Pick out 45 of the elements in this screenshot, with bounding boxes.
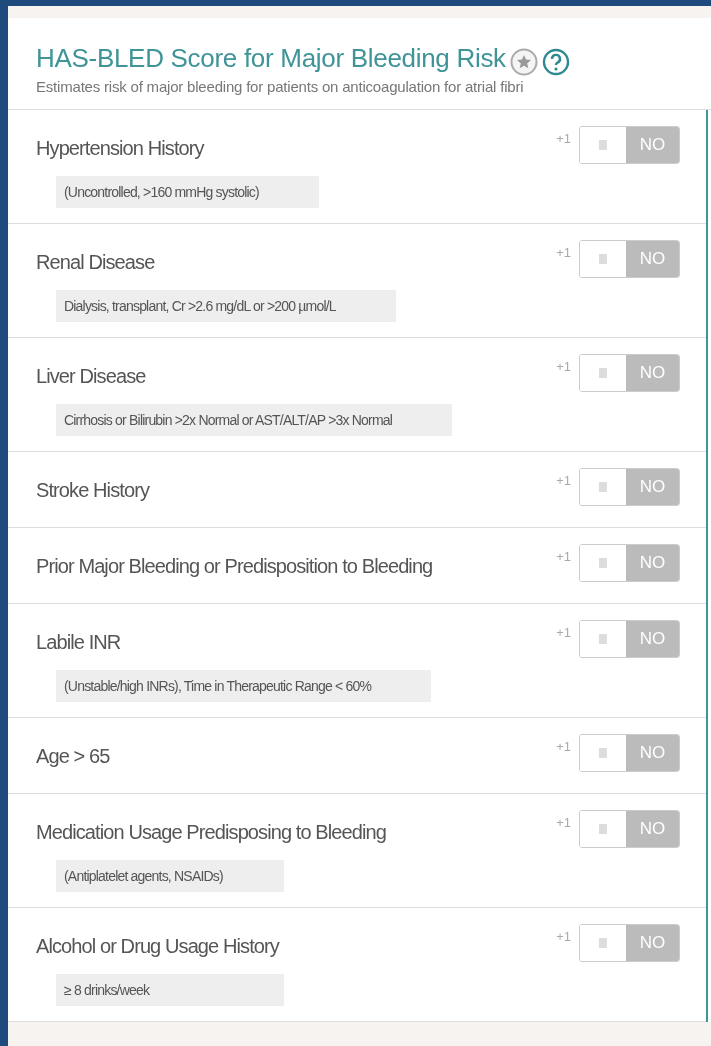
yes-no-toggle[interactable]: NO: [579, 544, 680, 582]
points-label: +1: [556, 245, 571, 260]
points-label: +1: [556, 815, 571, 830]
criterion-label: Labile INR: [36, 631, 121, 654]
calculator-title: HAS-BLED Score for Major Bleeding Risk: [36, 42, 506, 74]
grip-icon: [599, 824, 607, 834]
grip-icon: [599, 634, 607, 644]
criterion-note: (Unstable/high INRs), Time in Therapeutic Range < 60%: [56, 670, 432, 702]
grip-icon: [599, 368, 607, 378]
calculator-description: Estimates risk of major bleeding for patients on anticoagulation for atrial fibri: [36, 78, 525, 95]
criterion-note: ≥ 8 drinks/week: [56, 974, 284, 1006]
points-label: +1: [556, 549, 571, 564]
criterion-label: Medication Usage Predisposing to Bleeding: [36, 821, 386, 844]
yes-no-toggle[interactable]: NO: [579, 240, 680, 278]
points-label: +1: [556, 625, 571, 640]
yes-no-toggle[interactable]: NO: [579, 810, 680, 848]
points-label: +1: [556, 359, 571, 374]
criterion-label: Liver Disease: [36, 365, 146, 388]
yes-no-toggle[interactable]: NO: [579, 620, 680, 658]
points-label: +1: [556, 473, 571, 488]
yes-no-toggle[interactable]: NO: [579, 126, 680, 164]
grip-icon: [599, 254, 607, 264]
criterion-label: Prior Major Bleeding or Predisposition to Bleeding: [36, 555, 433, 578]
grip-icon: [599, 482, 607, 492]
points-label: +1: [556, 739, 571, 754]
grip-icon: [599, 558, 607, 568]
yes-no-toggle[interactable]: NO: [579, 468, 680, 506]
criterion-note: (Uncontrolled, >160 mmHg systolic): [56, 176, 319, 208]
yes-no-toggle[interactable]: NO: [579, 924, 680, 962]
criterion-note: Cirrhosis or Bilirubin >2x Normal or AST/ALT/AP >3x Normal: [56, 404, 453, 436]
criterion-label: Age > 65: [36, 745, 110, 768]
grip-icon: [599, 938, 607, 948]
points-label: +1: [556, 131, 571, 146]
grip-icon: [599, 748, 607, 758]
criterion-label: Renal Disease: [36, 251, 155, 274]
grip-icon: [599, 140, 607, 150]
points-label: +1: [556, 929, 571, 944]
criterion-note: (Antiplatelet agents, NSAIDs): [56, 860, 284, 892]
yes-no-toggle[interactable]: NO: [579, 354, 680, 392]
criterion-label: Stroke History: [36, 479, 149, 502]
yes-no-toggle[interactable]: NO: [579, 734, 680, 772]
criterion-label: Alcohol or Drug Usage History: [36, 935, 279, 958]
criterion-label: Hypertension History: [36, 137, 204, 160]
criterion-note: Dialysis, transplant, Cr >2.6 mg/dL or >200 µmol/L: [56, 290, 396, 322]
help-icon[interactable]: [541, 48, 570, 76]
